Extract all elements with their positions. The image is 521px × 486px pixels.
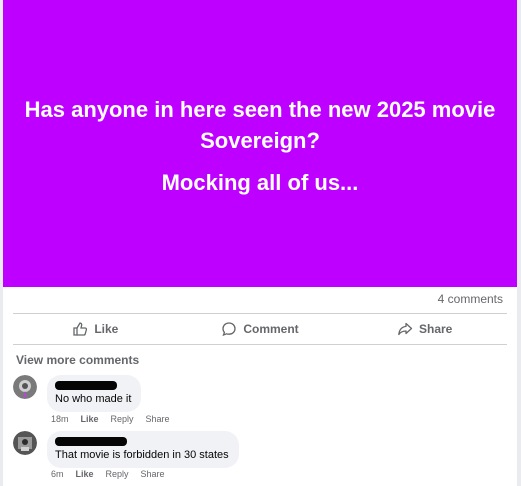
view-more-comments-link[interactable]: View more comments [16, 353, 139, 367]
comment-like-button[interactable]: Like [76, 469, 94, 479]
post-text-line2: Mocking all of us... [161, 170, 359, 195]
comment-text: No who made it [55, 393, 132, 405]
comment-time[interactable]: 18m [51, 414, 69, 424]
share-arrow-icon [397, 321, 413, 337]
post-banner: Has anyone in here seen the new 2025 mov… [3, 0, 517, 287]
redacted-author-name[interactable] [55, 381, 117, 390]
comment-bubble-icon [221, 321, 237, 337]
comment-meta: 18m Like Reply Share [51, 414, 170, 424]
comment-bubble: No who made it [47, 375, 142, 412]
comment-reply-button[interactable]: Reply [111, 414, 134, 424]
comment-time[interactable]: 6m [51, 469, 64, 479]
avatar[interactable] [13, 431, 37, 455]
divider-top [13, 313, 507, 314]
comment-share-button[interactable]: Share [141, 469, 165, 479]
post-card: Has anyone in here seen the new 2025 mov… [3, 0, 517, 486]
thumbs-up-icon [72, 321, 88, 337]
share-label: Share [419, 322, 453, 336]
comment-like-button[interactable]: Like [81, 414, 99, 424]
comments-count[interactable]: 4 comments [438, 292, 503, 306]
comment-bubble: That movie is forbidden in 30 states [47, 431, 239, 468]
like-button[interactable]: Like [13, 316, 178, 342]
comment-share-button[interactable]: Share [146, 414, 170, 424]
comment-meta: 6m Like Reply Share [51, 469, 165, 479]
comment-text: That movie is forbidden in 30 states [55, 449, 229, 461]
divider-bottom [13, 344, 507, 345]
redacted-author-name[interactable] [55, 437, 127, 446]
post-text-line1: Has anyone in here seen the new 2025 mov… [24, 97, 496, 153]
like-label: Like [94, 322, 119, 336]
comment-button[interactable]: Comment [178, 316, 343, 342]
comment-label: Comment [243, 322, 299, 336]
comment-reply-button[interactable]: Reply [106, 469, 129, 479]
share-button[interactable]: Share [342, 316, 507, 342]
action-bar: Like Comment Share [13, 316, 507, 342]
avatar[interactable] [13, 375, 37, 399]
